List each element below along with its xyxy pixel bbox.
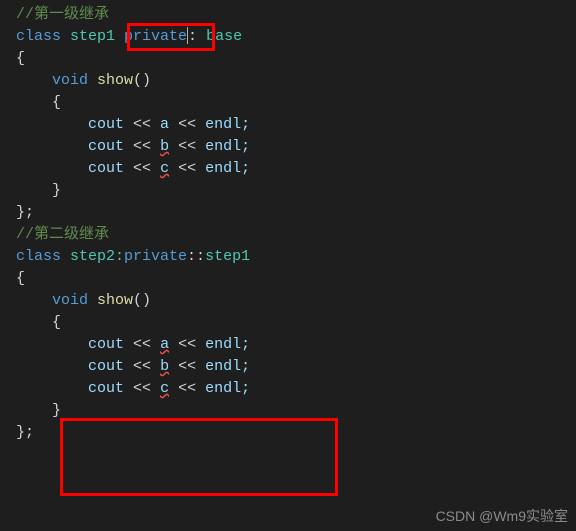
code-line: cout << c << endl; [0, 378, 576, 400]
parens: () [133, 292, 151, 309]
endl: endl; [196, 358, 250, 375]
code-line: }; [0, 202, 576, 224]
var-b-error: b [160, 138, 169, 155]
endl: endl; [196, 116, 250, 133]
var-b-error: b [160, 358, 169, 375]
cout: cout [88, 336, 133, 353]
endl: endl; [196, 336, 250, 353]
code-line: }; [0, 422, 576, 444]
code-line: cout << c << endl; [0, 158, 576, 180]
cout: cout [88, 160, 133, 177]
code-line: } [0, 400, 576, 422]
code-line: void show() [0, 70, 576, 92]
keyword-class: class [16, 248, 61, 265]
scope-op: :: [187, 248, 205, 265]
func-show: show [88, 292, 133, 309]
code-line: cout << b << endl; [0, 136, 576, 158]
code-line: //第一级继承 [0, 4, 576, 26]
code-line: class step2:private::step1 [0, 246, 576, 268]
comment: //第一级继承 [16, 6, 109, 23]
keyword-void: void [52, 292, 88, 309]
parens: () [133, 72, 151, 89]
keyword-class: class [16, 28, 61, 45]
type-step2: step2: [61, 248, 124, 265]
colon: : [188, 28, 206, 45]
code-line: { [0, 312, 576, 334]
func-show: show [88, 72, 133, 89]
var-a-error: a [160, 336, 169, 353]
code-line: //第二级继承 [0, 224, 576, 246]
var-c-error: c [160, 160, 169, 177]
comment: //第二级继承 [16, 226, 109, 243]
var-c-error: c [160, 380, 169, 397]
code-line: void show() [0, 290, 576, 312]
endl: endl; [196, 380, 250, 397]
code-line: { [0, 268, 576, 290]
keyword-private: private [124, 28, 187, 45]
watermark: CSDN @Wm9实验室 [436, 505, 568, 527]
type-step1: step1 [205, 248, 250, 265]
cout: cout [88, 116, 133, 133]
code-line: cout << a << endl; [0, 334, 576, 356]
cout: cout [88, 380, 133, 397]
code-line: cout << b << endl; [0, 356, 576, 378]
keyword-void: void [52, 72, 88, 89]
type-step1: step1 [61, 28, 124, 45]
code-line: cout << a << endl; [0, 114, 576, 136]
endl: endl; [196, 160, 250, 177]
code-line: } [0, 180, 576, 202]
code-line: class step1 private: base [0, 26, 576, 48]
type-base: base [206, 28, 242, 45]
keyword-private: private [124, 248, 187, 265]
cout: cout [88, 138, 133, 155]
endl: endl; [196, 138, 250, 155]
code-line: { [0, 92, 576, 114]
code-line: { [0, 48, 576, 70]
var-a: a [151, 116, 178, 133]
cout: cout [88, 358, 133, 375]
